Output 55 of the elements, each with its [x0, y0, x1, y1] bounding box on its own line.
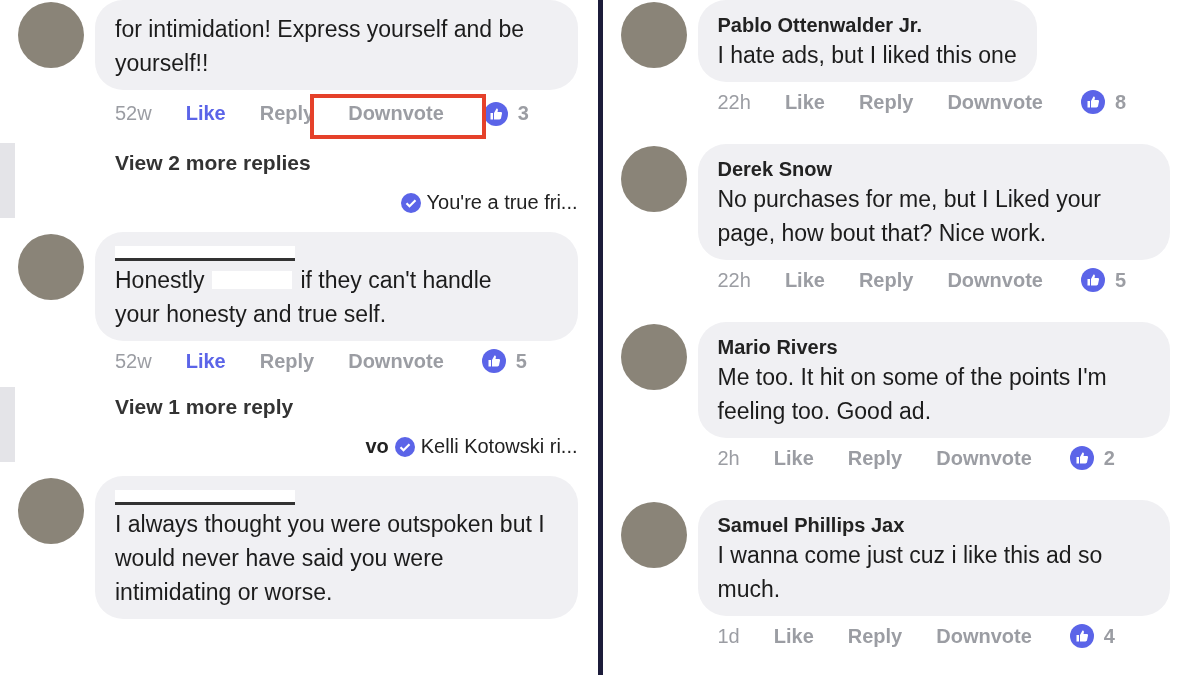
downvote-link[interactable]: Downvote [943, 86, 1047, 118]
reply-link[interactable]: Reply [854, 264, 918, 296]
view-replies-link[interactable]: View 1 more reply [115, 395, 294, 419]
like-icon [1080, 90, 1105, 114]
comment-text: Me too. It hit on some of the points I'm feeling too. Good ad. [717, 364, 1107, 424]
like-link[interactable]: Like [769, 442, 818, 474]
check-icon [400, 192, 421, 213]
comment-text: No purchases for me, but I Liked your page, how bout that? Nice work. [717, 186, 1102, 246]
like-link[interactable]: Like [780, 264, 829, 296]
reply-link[interactable]: Reply [255, 345, 319, 377]
reply-preview: Kelli Kotowski ri... [420, 435, 578, 458]
like-icon [481, 349, 506, 373]
comment-time: 22h [717, 268, 751, 292]
check-icon [394, 436, 415, 457]
downvote-link[interactable]: Downvote [932, 620, 1036, 652]
like-icon [1080, 268, 1105, 292]
comment-text: Honestly [115, 266, 205, 295]
comment-time: 52w [115, 102, 152, 125]
comment-text: if they can't handle [300, 266, 492, 295]
like-count: 4 [1103, 624, 1115, 648]
comment-time: 52w [115, 349, 152, 373]
commenter-name: Pablo Ottenwalder Jr. [717, 13, 922, 38]
like-icon [1069, 624, 1094, 648]
comment-text: I wanna come just cuz i like this ad so much. [717, 542, 1103, 602]
view-replies-link[interactable]: View 2 more replies [115, 151, 311, 175]
reply-link[interactable]: Reply [854, 86, 918, 118]
reply-author: vo [365, 435, 389, 458]
reply-preview: You're a true fri... [426, 191, 578, 214]
downvote-link[interactable]: Downvote [932, 442, 1036, 474]
like-count: 5 [515, 349, 527, 373]
downvote-link[interactable]: Downvote [943, 264, 1047, 296]
comment-text: for intimidation! Express yourself and be yourself!! [115, 16, 525, 76]
downvote-link[interactable]: Downvote [310, 94, 486, 139]
reply-link[interactable]: Reply [843, 442, 907, 474]
like-count: 3 [517, 102, 529, 125]
like-icon [483, 101, 508, 126]
comment-text: I always thought you were outspoken but I would never have said you were intimidating or worse. [115, 511, 545, 605]
comment-time: 2h [717, 446, 740, 470]
commenter-name: Samuel Phillips Jax [717, 513, 905, 538]
comment-time: 22h [717, 90, 751, 114]
like-link[interactable]: Like [780, 86, 829, 118]
like-count: 8 [1114, 90, 1127, 114]
like-link[interactable]: Like [181, 345, 230, 377]
commenter-name: Derek Snow [717, 157, 832, 182]
like-link[interactable]: Like [769, 620, 818, 652]
like-count: 5 [1114, 268, 1127, 292]
reply-link[interactable]: Reply [843, 620, 907, 652]
like-icon [1069, 446, 1094, 470]
commenter-name: Mario Rivers [717, 335, 838, 360]
comment-time: 1d [717, 624, 740, 648]
like-link[interactable]: Like [181, 98, 230, 129]
comment-text: your honesty and true self. [115, 300, 387, 329]
downvote-link[interactable]: Downvote [344, 345, 448, 377]
comment-text: I hate ads, but I liked this one [717, 42, 1017, 68]
like-count: 2 [1103, 446, 1115, 470]
